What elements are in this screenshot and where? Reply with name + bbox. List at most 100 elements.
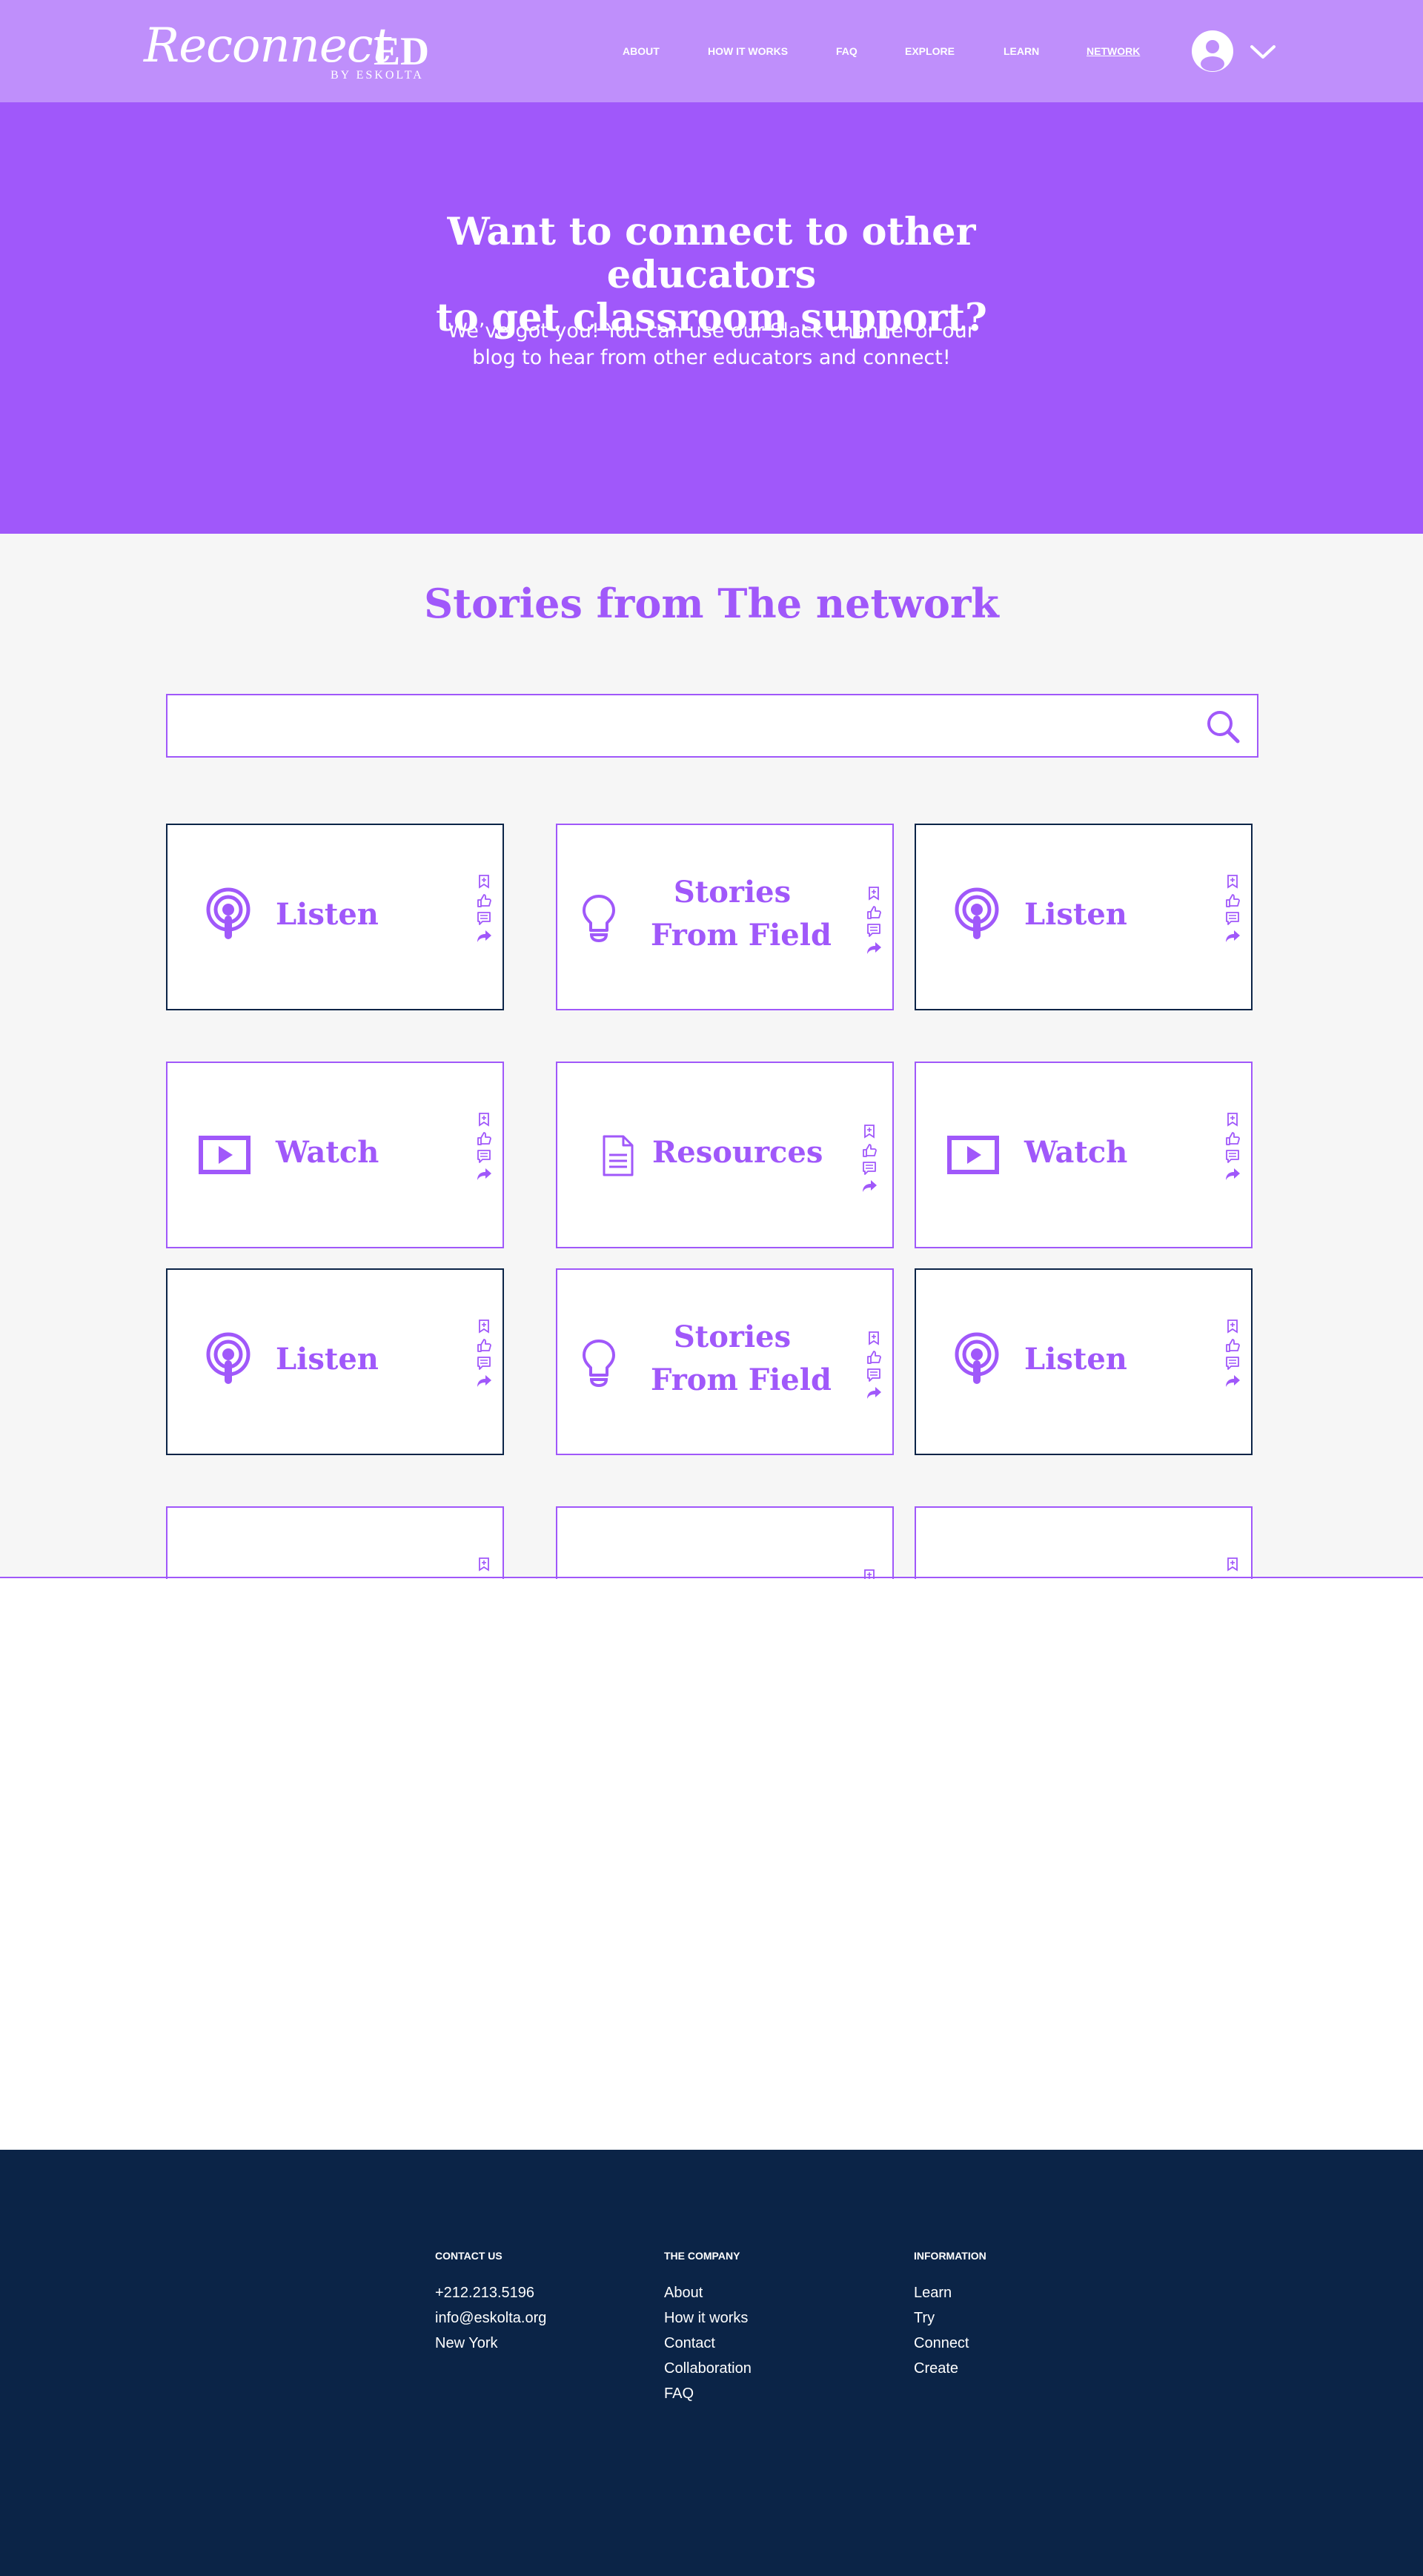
bookmark-icon[interactable] <box>1224 1319 1241 1334</box>
podcast-icon <box>955 887 999 939</box>
story-card-watch[interactable]: Watch <box>166 1062 504 1248</box>
like-icon[interactable] <box>866 1350 882 1365</box>
bookmark-icon[interactable] <box>866 886 882 901</box>
user-avatar-icon[interactable] <box>1192 30 1233 72</box>
like-icon[interactable] <box>1224 893 1241 908</box>
card-label-line-1: Stories <box>673 875 792 910</box>
card-actions <box>1224 1112 1241 1183</box>
bookmark-icon[interactable] <box>1224 1557 1241 1572</box>
story-card-resources[interactable]: Resources <box>556 1062 894 1248</box>
comment-icon[interactable] <box>866 923 882 938</box>
nav-about[interactable]: ABOUT <box>623 43 660 59</box>
bookmark-icon[interactable] <box>861 1124 878 1139</box>
search-icon[interactable] <box>1204 707 1242 746</box>
story-card-listen[interactable]: Listen <box>915 824 1253 1010</box>
card-label: Resources <box>652 1135 823 1170</box>
share-icon[interactable] <box>476 1374 492 1388</box>
stories-section: Stories from The network Listen Stories … <box>0 534 1423 1579</box>
footer-link-learn[interactable]: Learn <box>914 2283 952 2302</box>
like-icon[interactable] <box>1224 1131 1241 1146</box>
comment-icon[interactable] <box>1224 1149 1241 1164</box>
video-icon <box>947 1136 999 1174</box>
footer-contact-email[interactable]: info@eskolta.org <box>435 2308 546 2328</box>
card-actions <box>476 874 492 945</box>
like-icon[interactable] <box>476 1338 492 1353</box>
card-actions <box>861 1124 878 1195</box>
story-card-partial[interactable] <box>556 1506 894 1579</box>
story-card-partial[interactable] <box>166 1506 504 1579</box>
like-icon[interactable] <box>1224 1338 1241 1353</box>
like-icon[interactable] <box>476 893 492 908</box>
card-actions <box>866 1331 882 1402</box>
story-card-partial[interactable] <box>915 1506 1253 1579</box>
story-card-listen[interactable]: Listen <box>166 1268 504 1455</box>
nav-learn[interactable]: LEARN <box>1004 43 1039 59</box>
share-icon[interactable] <box>476 929 492 944</box>
bookmark-icon[interactable] <box>476 1557 492 1572</box>
share-icon[interactable] <box>1224 1167 1241 1182</box>
search-input[interactable] <box>178 706 1186 746</box>
story-card-stories-from-field[interactable]: Stories From Field <box>556 824 894 1010</box>
card-label: Listen <box>276 1342 379 1377</box>
reconnected-logo[interactable]: Reconnect ED BY ESKOLTA <box>144 15 440 89</box>
footer-contact-phone[interactable]: +212.213.5196 <box>435 2283 534 2302</box>
site-header: Reconnect ED BY ESKOLTA ABOUT HOW IT WOR… <box>0 0 1423 102</box>
card-label: Watch <box>276 1135 379 1170</box>
nav-faq[interactable]: FAQ <box>836 43 858 59</box>
story-card-listen[interactable]: Listen <box>166 824 504 1010</box>
share-icon[interactable] <box>1224 929 1241 944</box>
like-icon[interactable] <box>861 1143 878 1158</box>
comment-icon[interactable] <box>861 1161 878 1176</box>
document-icon <box>603 1135 634 1176</box>
like-icon[interactable] <box>476 1131 492 1146</box>
share-icon[interactable] <box>861 1179 878 1193</box>
footer-link-about[interactable]: About <box>664 2283 703 2302</box>
share-icon[interactable] <box>866 1385 882 1400</box>
share-icon[interactable] <box>476 1167 492 1182</box>
card-label: Stories From Field <box>651 1316 832 1402</box>
card-actions <box>1224 1319 1241 1390</box>
story-card-stories-from-field[interactable]: Stories From Field <box>556 1268 894 1455</box>
site-footer: CONTACT US +212.213.5196 info@eskolta.or… <box>0 2150 1423 2576</box>
footer-link-create[interactable]: Create <box>914 2359 958 2378</box>
comment-icon[interactable] <box>1224 911 1241 926</box>
chevron-down-icon[interactable] <box>1250 43 1276 61</box>
footer-link-connect[interactable]: Connect <box>914 2334 969 2353</box>
comment-icon[interactable] <box>1224 1356 1241 1371</box>
bookmark-icon[interactable] <box>476 874 492 889</box>
story-card-listen[interactable]: Listen <box>915 1268 1253 1455</box>
comment-icon[interactable] <box>476 1149 492 1164</box>
card-actions <box>476 1319 492 1390</box>
comment-icon[interactable] <box>866 1368 882 1383</box>
logo-byline: BY ESKOLTA <box>331 69 424 82</box>
footer-link-collaboration[interactable]: Collaboration <box>664 2359 752 2378</box>
comment-icon[interactable] <box>476 1356 492 1371</box>
card-label-line-2: From Field <box>651 1363 832 1397</box>
footer-link-try[interactable]: Try <box>914 2308 935 2328</box>
nav-how-it-works[interactable]: HOW IT WORKS <box>708 43 788 59</box>
nav-network[interactable]: NETWORK <box>1087 43 1140 59</box>
bookmark-icon[interactable] <box>866 1331 882 1345</box>
story-card-watch[interactable]: Watch <box>915 1062 1253 1248</box>
nav-explore[interactable]: EXPLORE <box>905 43 955 59</box>
bookmark-icon[interactable] <box>1224 874 1241 889</box>
share-icon[interactable] <box>1224 1374 1241 1388</box>
hero-subtitle-line-2: blog to hear from other educators and co… <box>472 346 951 369</box>
bookmark-icon[interactable] <box>476 1112 492 1127</box>
card-label: Stories From Field <box>651 871 832 957</box>
card-label: Listen <box>1024 897 1127 932</box>
bookmark-icon[interactable] <box>476 1319 492 1334</box>
card-actions <box>1224 874 1241 945</box>
hero-subtitle-line-1: We’ve got you! You can use our Slack cha… <box>448 319 975 342</box>
footer-link-contact[interactable]: Contact <box>664 2334 715 2353</box>
like-icon[interactable] <box>866 905 882 920</box>
comment-icon[interactable] <box>476 911 492 926</box>
footer-link-faq[interactable]: FAQ <box>664 2384 694 2403</box>
hero-title-line-1: Want to connect to other educators <box>447 210 976 297</box>
footer-information-heading: INFORMATION <box>914 2250 986 2262</box>
card-label-line-1: Stories <box>673 1320 792 1354</box>
footer-link-how-it-works[interactable]: How it works <box>664 2308 748 2328</box>
lightbulb-icon <box>583 895 615 942</box>
bookmark-icon[interactable] <box>1224 1112 1241 1127</box>
share-icon[interactable] <box>866 941 882 956</box>
